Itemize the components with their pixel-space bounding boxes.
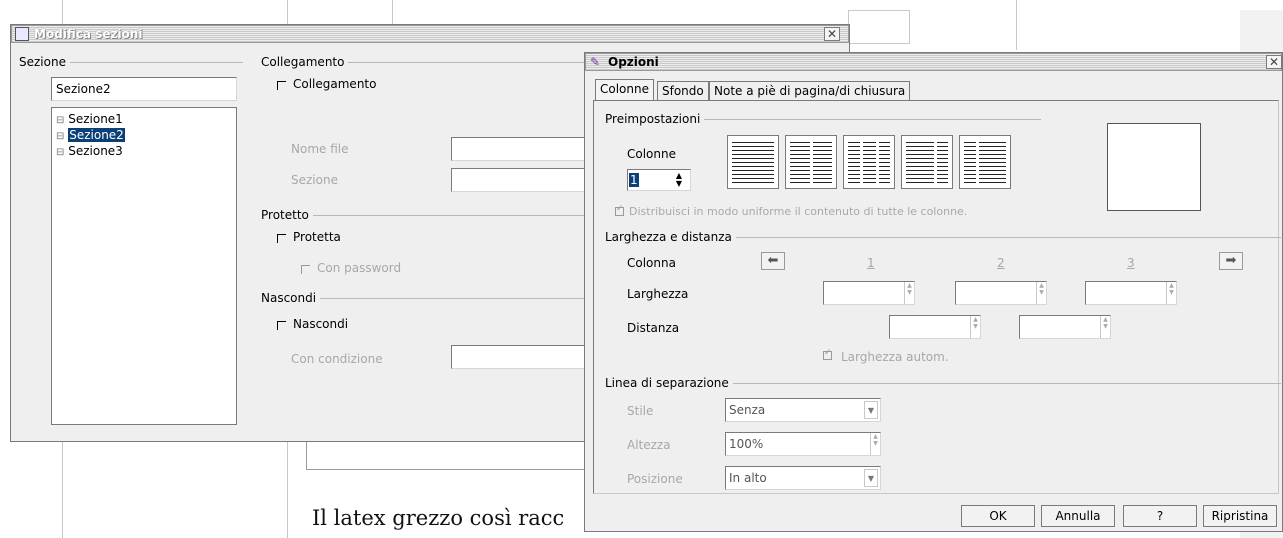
reset-button[interactable]: Ripristina <box>1203 505 1277 527</box>
style-select[interactable]: Senza ▼ <box>725 398 881 422</box>
width-field-3[interactable]: ▲ ▼ <box>1085 281 1177 305</box>
left-arrow-icon[interactable]: ⬅ <box>761 252 785 270</box>
options-dialog-titlebar[interactable]: ✎ Opzioni ✕ <box>585 53 1282 71</box>
condition-label: Con condizione <box>291 352 383 366</box>
close-icon[interactable]: ✕ <box>1266 55 1282 69</box>
link-checkbox[interactable] <box>277 81 286 90</box>
close-icon[interactable]: ✕ <box>824 27 840 41</box>
position-label: Posizione <box>627 472 683 486</box>
section-icon: ⊟ <box>56 115 65 126</box>
position-select[interactable]: In alto ▼ <box>725 466 881 490</box>
hide-group-label: Nascondi <box>261 291 321 305</box>
column-number-1: 1 <box>867 256 875 270</box>
section-link-label: Sezione <box>291 173 338 187</box>
check-icon: ✓ <box>616 204 624 214</box>
check-icon: ✓ <box>824 348 832 358</box>
preset-two-columns[interactable] <box>785 135 837 189</box>
section-link-input[interactable] <box>451 168 591 192</box>
separator-group-label: Linea di separazione <box>605 376 733 390</box>
protected-checkbox-label: Protetta <box>293 230 341 244</box>
position-value: In alto <box>729 471 767 485</box>
sections-dialog-app-icon <box>15 27 29 41</box>
auto-width-label: Larghezza autom. <box>841 350 949 364</box>
section-list[interactable]: ⊟ Sezione1 ⊟ Sezione2 ⊟ Sezione3 <box>51 107 237 425</box>
options-dialog: ✎ Opzioni ✕ Colonne Sfondo Note a piè di… <box>584 52 1283 532</box>
file-name-input[interactable] <box>451 137 591 161</box>
sections-dialog-title: Modifica sezioni <box>34 27 143 41</box>
spacing-field-2[interactable]: ▲ ▼ <box>1019 315 1111 339</box>
ok-button[interactable]: OK <box>961 505 1035 527</box>
link-checkbox-label: Collegamento <box>293 77 377 91</box>
width-field-1[interactable]: ▲ ▼ <box>823 281 915 305</box>
cancel-button[interactable]: Annulla <box>1041 505 1115 527</box>
chevron-down-icon[interactable]: ▼ <box>864 401 878 419</box>
list-item-section2[interactable]: ⊟ Sezione2 <box>56 128 125 142</box>
tab-background[interactable]: Sfondo <box>657 81 709 100</box>
list-item-section3[interactable]: ⊟ Sezione3 <box>56 144 123 158</box>
protected-checkbox[interactable] <box>277 234 286 243</box>
document-frame <box>306 440 596 470</box>
spacing-row-label: Distanza <box>627 321 680 335</box>
section-icon: ⊟ <box>56 131 65 142</box>
document-body-text: Il latex grezzo così racc <box>312 506 565 530</box>
section-group-label: Sezione <box>19 55 70 69</box>
width-spacing-group-label: Larghezza e distanza <box>605 230 736 244</box>
spacing-field-1[interactable]: ▲ ▼ <box>889 315 981 339</box>
help-button[interactable]: ? <box>1123 505 1197 527</box>
document-table-line <box>1016 0 1017 50</box>
tab-columns[interactable]: Colonne <box>595 79 654 101</box>
condition-input[interactable] <box>451 345 591 369</box>
list-item-section1[interactable]: ⊟ Sezione1 <box>56 112 123 126</box>
password-checkbox[interactable] <box>301 265 310 274</box>
hide-checkbox-label: Nascondi <box>293 317 349 331</box>
file-name-label: Nome file <box>291 142 349 156</box>
sections-dialog-titlebar[interactable]: Modifica sezioni ✕ <box>11 25 849 43</box>
section-item-label: Sezione3 <box>68 144 123 158</box>
right-arrow-icon[interactable]: ➡ <box>1219 252 1243 270</box>
style-label: Stile <box>627 404 654 418</box>
section-item-label: Sezione1 <box>68 112 123 126</box>
column-number-3: 3 <box>1127 256 1135 270</box>
distribute-label: Distribuisci in modo uniforme il contenu… <box>629 205 968 218</box>
height-label: Altezza <box>627 438 671 452</box>
column-number-2: 2 <box>997 256 1005 270</box>
preset-two-columns-right-wide[interactable] <box>959 135 1011 189</box>
width-row-label: Larghezza <box>627 287 689 301</box>
section-name-value: Sezione2 <box>56 82 111 96</box>
columns-spinner[interactable]: 1 ▲ ▼ <box>627 169 691 191</box>
preset-three-columns[interactable] <box>843 135 895 189</box>
columns-label: Colonne <box>627 147 676 161</box>
distribute-checkbox[interactable]: ✓ <box>615 204 624 216</box>
link-group-label: Collegamento <box>261 55 349 69</box>
height-spinner[interactable]: 100% ▲ ▼ <box>725 432 881 456</box>
hide-checkbox[interactable] <box>277 321 286 330</box>
column-row-label: Colonna <box>627 256 676 270</box>
section-icon: ⊟ <box>56 147 65 158</box>
document-table-cell <box>848 10 910 44</box>
spin-down-icon[interactable]: ▼ <box>676 180 682 188</box>
protected-group-label: Protetto <box>261 208 313 222</box>
width-field-2[interactable]: ▲ ▼ <box>955 281 1047 305</box>
preset-two-columns-left-wide[interactable] <box>901 135 953 189</box>
presets-group-label: Preimpostazioni <box>605 112 705 126</box>
columns-value: 1 <box>629 173 639 187</box>
height-value: 100% <box>729 437 764 451</box>
password-checkbox-label: Con password <box>317 261 402 275</box>
style-value: Senza <box>729 403 766 417</box>
tab-footnotes[interactable]: Note a piè di pagina/di chiusura <box>709 81 911 100</box>
auto-width-checkbox[interactable]: ✓ <box>823 348 832 360</box>
options-app-icon: ✎ <box>590 55 601 69</box>
options-dialog-title: Opzioni <box>608 55 659 69</box>
section-name-input[interactable]: Sezione2 <box>51 77 237 101</box>
columns-preview <box>1107 123 1201 211</box>
preset-one-column[interactable] <box>727 135 779 189</box>
chevron-down-icon[interactable]: ▼ <box>864 469 878 487</box>
section-item-label: Sezione2 <box>68 128 125 142</box>
